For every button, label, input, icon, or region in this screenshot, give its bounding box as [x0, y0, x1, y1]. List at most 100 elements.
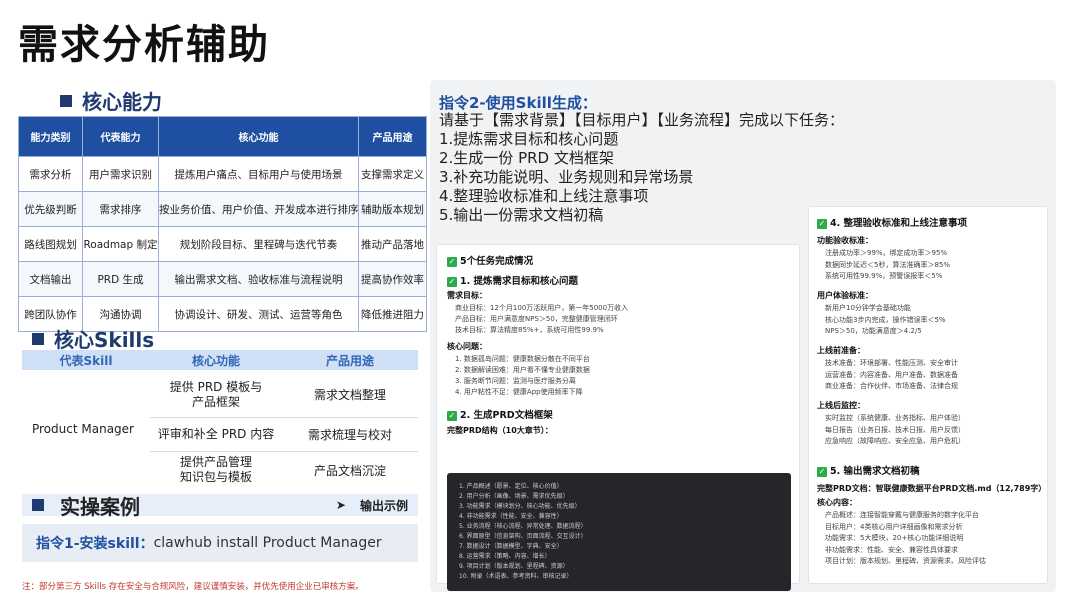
- table-cell: PRD 生成: [82, 261, 159, 297]
- list-item: 2. 数据解读困难：用户看不懂专业健康数据: [455, 366, 590, 374]
- output-panel: 指令2-使用Skill生成： 请基于【需求背景】【目标用户】【业务流程】完成以下…: [430, 80, 1056, 592]
- output-example-label: 输出示例: [359, 498, 408, 513]
- table-cell: 辅助版本规划: [358, 191, 427, 227]
- table-cell: 需求分析: [18, 156, 83, 192]
- code-line: 1. 产品概述（愿景、定位、核心价值）: [459, 483, 563, 490]
- square-bullet-icon: [32, 499, 44, 511]
- skills-heading: 核心Skills: [32, 324, 154, 353]
- task-item: 4.整理验收标准和上线注意事项: [439, 187, 649, 205]
- capability-table-header: 能力类别 代表能力 核心功能 产品用途: [18, 116, 427, 157]
- code-line: 2. 用户分析（画像、场景、需求优先级）: [459, 493, 569, 500]
- code-line: 4. 非功能需求（性能、安全、兼容性）: [459, 513, 563, 520]
- capability-table: 能力类别 代表能力 核心功能 产品用途 需求分析 用户需求识别 提炼用户痛点、目…: [18, 116, 427, 332]
- page-title: 需求分析辅助: [18, 22, 270, 68]
- code-line: 5. 业务流程（核心流程、异常处理、数据流程）: [459, 523, 587, 530]
- prd-doc-line: 完整PRD文档：智联健康数据平台PRD文档.md（12,789字）: [817, 484, 1047, 493]
- table-cell: Roadmap 制定: [82, 226, 159, 262]
- section-title: ✓ 5. 输出需求文档初稿: [817, 466, 920, 477]
- list-item: 技术目标：算法精度85%+，系统可用性99.9%: [455, 326, 604, 334]
- skills-table-header: 代表Skill 核心功能 产品用途: [22, 350, 418, 370]
- command-label: 指令1-安装skill：: [36, 536, 154, 552]
- list-item: 商业目标：12个月100万活跃用户，第一年5000万收入: [455, 304, 629, 312]
- list-item: 项目计划：版本规划、里程碑、资源需求、风险评估: [825, 557, 986, 565]
- code-line: 10. 附录（术语表、参考资料、审核记录）: [459, 573, 573, 580]
- func-standard-label: 功能验收标准：: [817, 236, 873, 245]
- task-item: 3.补充功能说明、业务规则和异常场景: [439, 168, 694, 186]
- column-header: 核心功能: [158, 116, 359, 157]
- table-row: 评审和补全 PRD 内容 需求梳理与校对: [150, 418, 418, 452]
- column-header: 代表Skill: [59, 353, 113, 368]
- prd-structure-code: 1. 产品概述（愿景、定位、核心价值） 2. 用户分析（画像、场景、需求优先级）…: [447, 473, 791, 591]
- core-ability-label: 核心能力: [82, 90, 162, 114]
- skill-use: 需求梳理与校对: [307, 428, 392, 442]
- list-item: 功能需求：5大模块，20+核心功能详细说明: [825, 534, 964, 542]
- table-row: 需求分析 用户需求识别 提炼用户痛点、目标用户与使用场景 支撑需求定义: [18, 156, 427, 192]
- table-row: 路线图规划 Roadmap 制定 规划阶段目标、里程碑与迭代节奏 推动产品落地: [18, 226, 427, 262]
- table-cell: 用户需求识别: [82, 156, 159, 192]
- list-item: 1. 数据孤岛问题：健康数据分散在不同平台: [455, 355, 590, 363]
- post-launch-label: 上线后监控：: [817, 401, 865, 410]
- column-header: 核心功能: [191, 353, 240, 368]
- prd-structure-label: 完整PRD结构（10大章节）：: [447, 426, 553, 435]
- column-header: 产品用途: [325, 353, 374, 368]
- table-cell: 推动产品落地: [358, 226, 427, 262]
- check-icon: ✓: [817, 218, 827, 229]
- table-cell: 协调设计、研发、测试、运营等角色: [158, 296, 359, 332]
- task-list: 请基于【需求背景】【目标用户】【业务流程】完成以下任务： 1.提炼需求目标和核心…: [439, 111, 844, 225]
- table-cell: 规划阶段目标、里程碑与迭代节奏: [158, 226, 359, 262]
- task-intro: 请基于【需求背景】【目标用户】【业务流程】完成以下任务：: [439, 111, 845, 129]
- ux-standard-list: 新用户10分钟学会基础功能 核心功能3步内完成，操作错误率＜5% NPS＞50，…: [825, 303, 946, 338]
- list-item: 注册成功率＞99%，绑定成功率＞95%: [825, 249, 948, 257]
- check-icon: ✓: [447, 276, 457, 287]
- list-item: 产品目标：用户满意度NPS＞50，完整健康管理闭环: [455, 315, 618, 323]
- table-cell: 支撑需求定义: [358, 156, 427, 192]
- list-item: 新用户10分钟学会基础功能: [825, 304, 911, 312]
- check-icon: ✓: [817, 466, 827, 477]
- skill-use: 产品文档沉淀: [313, 463, 386, 478]
- footnote: 注：部分第三方 Skills 存在安全与合规风险，建议谨慎安装，并优先使用企业已…: [22, 582, 364, 592]
- section-title: ✓ 1. 提炼需求目标和核心问题: [447, 276, 579, 287]
- list-item: 非功能需求：性能、安全、兼容性具体要求: [825, 545, 958, 554]
- cases-heading: 实操案例: [60, 494, 140, 519]
- task-item: 5.输出一份需求文档初稿: [439, 206, 604, 224]
- list-item: 3. 服务断节问题：监测与医疗服务分离: [455, 377, 576, 385]
- result-card-acceptance: ✓ 4. 整理验收标准和上线注意事项 功能验收标准： 注册成功率＞99%，绑定成功…: [808, 206, 1048, 584]
- list-item: 目标用户：4类核心用户详细画像和需求分析: [825, 522, 963, 531]
- list-item: 商业准备：合作伙伴、市场准备、法律合规: [825, 382, 958, 390]
- table-cell: 按业务价值、用户价值、开发成本进行排序: [158, 191, 359, 227]
- table-cell: 文档输出: [18, 261, 83, 297]
- card-header: ✓ 5个任务完成情况: [447, 256, 534, 267]
- list-item: 4. 用户粘性不足：健康App使用频率下降: [455, 388, 583, 396]
- skills-table: Product Manager 提供 PRD 模板与 产品框架 需求文档整理 评…: [22, 372, 418, 488]
- table-row: 提供产品管理 知识包与模板 产品文档沉淀: [150, 452, 418, 488]
- table-row: 文档输出 PRD 生成 输出需求文档、验收标准与流程说明 提高协作效率: [18, 261, 427, 297]
- skill-function: 评审和补全 PRD 内容: [157, 427, 275, 441]
- skill-name: Product Manager: [32, 422, 134, 436]
- list-item: 数据同步延迟＜5秒，算法准确率＞85%: [825, 260, 951, 269]
- list-item: 运营准备：内容准备、用户准备、数据准备: [825, 370, 958, 379]
- section-title: ✓ 2. 生成PRD文档框架: [447, 410, 553, 421]
- skill-function: 提供 PRD 模板与 产品框架: [169, 379, 263, 409]
- column-header: 产品用途: [358, 116, 427, 157]
- pre-launch-label: 上线前准备：: [817, 346, 865, 355]
- square-bullet-icon: [60, 94, 72, 107]
- skill-function: 提供产品管理 知识包与模板: [179, 455, 252, 484]
- code-line: 8. 运营需求（策略、内容、增长）: [459, 553, 551, 560]
- table-cell: 需求排序: [82, 191, 159, 227]
- list-item: 每日报告（业务日报、技术日报、用户反馈）: [825, 425, 965, 434]
- table-cell: 输出需求文档、验收标准与流程说明: [158, 261, 359, 297]
- command2-title: 指令2-使用Skill生成：: [439, 94, 597, 112]
- task-item: 2.生成一份 PRD 文档框架: [439, 149, 614, 167]
- pre-launch-list: 技术准备：环境部署、性能压测、安全审计 运营准备：内容准备、用户准备、数据准备 …: [825, 358, 958, 393]
- command-code: clawhub install Product Manager: [153, 535, 382, 551]
- table-cell: 路线图规划: [18, 226, 83, 262]
- task-item: 1.提炼需求目标和核心问题: [439, 130, 619, 148]
- install-command: 指令1-安装skill： clawhub install Product Man…: [22, 524, 418, 562]
- core-content-list: 产品概述：连接智能穿戴与健康服务的数字化平台 目标用户：4类核心用户详细画像和需…: [825, 510, 986, 568]
- table-cell: 提炼用户痛点、目标用户与使用场景: [158, 156, 359, 192]
- code-line: 6. 界面原型（信息架构、页面流程、交互设计）: [459, 533, 587, 540]
- list-item: 系统可用性99.9%，预警误报率＜5%: [825, 272, 943, 280]
- result-card-tasks: ✓ 5个任务完成情况 ✓ 1. 提炼需求目标和核心问题 需求目标： 商业目标：12个…: [436, 244, 800, 591]
- core-ability-heading: 核心能力: [60, 86, 162, 115]
- list-item: 产品概述：连接智能穿戴与健康服务的数字化平台: [825, 511, 979, 519]
